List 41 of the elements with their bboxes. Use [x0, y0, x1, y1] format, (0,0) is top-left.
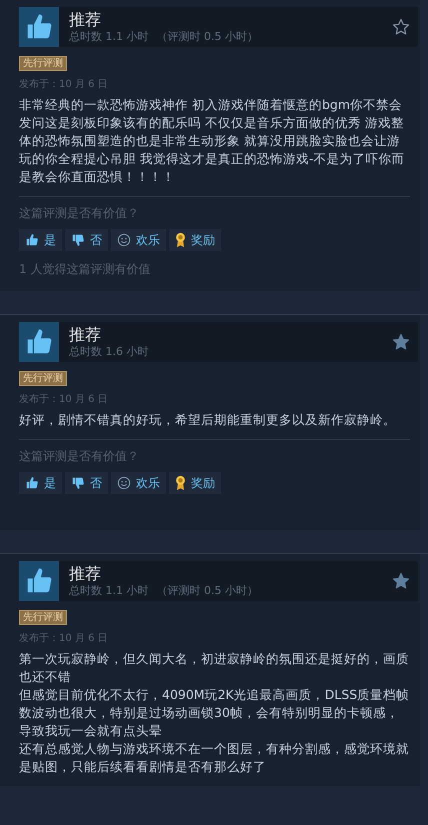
review-text: 非常经典的一款恐怖游戏神作 初入游戏伴随着惬意的bgm你不禁会发问这是刻板印象该有的配乐吗 不仅仅是音乐方面做的优秀 游戏整体的恐怖氛围塑造的也是非常生动形象 就算没用跳脸实脸也会让游玩的你全程提心吊胆 我觉得这才是真正的恐怖游戏-不是为了吓你而是教会你直面恐惧！！！！ — [19, 96, 406, 186]
yes-vote-button[interactable]: 是 — [19, 229, 62, 251]
smiley-icon — [117, 476, 131, 490]
verdict-title: 推荐 — [69, 10, 102, 30]
smiley-icon — [117, 233, 131, 247]
playtime-text: 总时数 1.1 小时 — [69, 584, 148, 598]
no-vote-button[interactable]: 否 — [65, 229, 108, 251]
filled-star-icon[interactable] — [392, 333, 410, 351]
thumbs-down-icon — [71, 233, 85, 247]
award-vote-button[interactable]: 奖励 — [169, 229, 221, 251]
helpful-prompt: 这篇评测是否有价值？ — [19, 205, 140, 221]
thumbs-down-icon — [71, 476, 85, 490]
verdict-title: 推荐 — [69, 325, 102, 345]
review-playtime-text: （评测时 0.5 小时） — [156, 30, 258, 44]
review-text: 第一次玩寂静岭，但久闻大名，初进寂静岭的氛围还是挺好的，画质也还不错 — [19, 650, 410, 686]
review-text: 好评，剧情不错真的好玩，希望后期能重制更多以及新作寂静岭。 — [19, 411, 397, 429]
filled-star-icon[interactable] — [392, 572, 410, 590]
helpful-count: 1 人觉得这篇评测有价值 — [19, 261, 152, 277]
verdict-title: 推荐 — [69, 564, 102, 584]
yes-vote-button[interactable]: 是 — [19, 472, 62, 494]
early-access-badge: 先行评测 — [19, 610, 67, 625]
award-vote-button[interactable]: 奖励 — [169, 472, 221, 494]
review-text: 但感觉目前优化不太行，4090M玩2K光追最高画质，DLSS质量档帧数波动也很大，特别是过场动画锁30帧，会有特别明显的卡顿感，导致我玩一会就有点头晕 — [19, 686, 410, 740]
award-ribbon-icon — [175, 475, 186, 491]
playtime-text: 总时数 1.1 小时 — [69, 30, 148, 44]
posted-date: 发布于：10 月 6 日 — [19, 394, 109, 406]
star-outline-icon[interactable] — [392, 18, 410, 36]
no-vote-button[interactable]: 否 — [65, 472, 108, 494]
posted-date: 发布于：10 月 6 日 — [19, 633, 109, 645]
early-access-badge: 先行评测 — [19, 371, 67, 386]
funny-vote-button[interactable]: 欢乐 — [111, 472, 166, 494]
posted-date: 发布于：10 月 6 日 — [19, 79, 109, 91]
early-access-badge: 先行评测 — [19, 56, 67, 71]
review-playtime-text: （评测时 0.5 小时） — [156, 584, 258, 598]
playtime-text: 总时数 1.6 小时 — [69, 345, 148, 359]
review-text: 还有总感觉人物与游戏环境不在一个图层，有种分割感，感觉环境就是贴图，只能后续看看剧情是否有那么好了 — [19, 740, 410, 776]
helpful-prompt: 这篇评测是否有价值？ — [19, 448, 140, 464]
award-ribbon-icon — [175, 232, 186, 248]
funny-vote-button[interactable]: 欢乐 — [111, 229, 166, 251]
thumbs-up-icon — [25, 233, 39, 247]
thumbs-up-icon — [25, 476, 39, 490]
